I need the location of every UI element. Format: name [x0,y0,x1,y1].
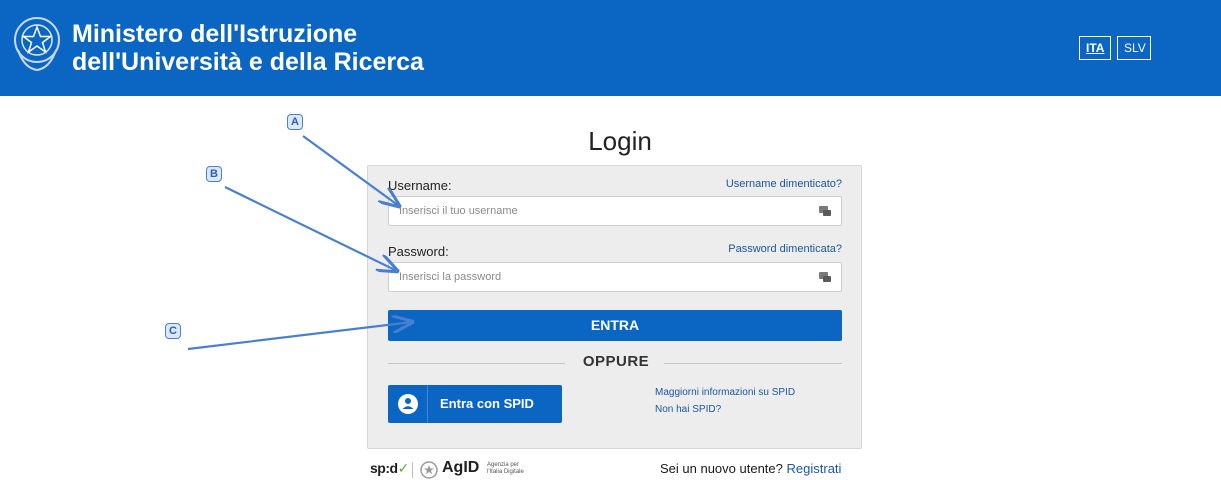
spid-no-account-link[interactable]: Non hai SPID? [655,404,721,415]
spid-login-button[interactable]: Entra con SPID [388,385,562,423]
republic-emblem-icon [14,17,60,72]
annotation-c: C [165,323,181,339]
spid-icon-box [388,385,428,423]
ministry-title: Ministero dell'Istruzione dell'Universit… [72,20,424,76]
password-input[interactable]: Inserisci la password [388,262,842,292]
annotation-a: A [287,114,303,130]
user-icon [398,394,418,414]
agid-subtitle-line1: Agenzia per [487,462,520,468]
password-placeholder: Inserisci la password [399,271,502,283]
agid-subtitle-line2: l'Italia Digitale [487,469,524,475]
agid-emblem-icon [420,461,438,479]
lang-slv-button[interactable]: SLV [1117,36,1151,60]
spid-logo: sp:d✓ [370,460,409,477]
divider-left [388,363,565,364]
keyboard-icon [819,206,831,216]
password-forgot-link[interactable]: Password dimenticata? [668,243,842,255]
agid-subtitle: Agenzia per l'Italia Digitale [487,462,527,476]
login-submit-button[interactable]: ENTRA [388,310,842,341]
or-separator: OPPURE [582,353,650,370]
username-placeholder: Inserisci il tuo username [399,205,518,217]
keyboard-icon [819,272,831,282]
spid-more-info-link[interactable]: Maggiorni informazioni su SPID [655,387,795,398]
register-link[interactable]: Registrati [787,461,842,476]
page-title: Login [588,126,652,156]
header-bar: Ministero dell'Istruzione dell'Universit… [0,0,1221,96]
new-user-text: Sei un nuovo utente? [660,461,783,476]
ministry-title-line1: Ministero dell'Istruzione [72,20,358,48]
username-forgot-link[interactable]: Username dimenticato? [668,178,842,190]
check-icon: ✓ [397,460,410,476]
password-label: Password: [388,244,449,259]
agid-logo-text: AgID [442,459,480,476]
spid-logo-text: sp:d [370,460,398,476]
lang-ita-button[interactable]: ITA [1079,36,1111,60]
username-input[interactable]: Inserisci il tuo username [388,196,842,226]
logo-separator [412,462,413,478]
annotation-b: B [206,166,222,182]
new-user-prompt: Sei un nuovo utente? Registrati [660,461,841,476]
login-card: Username: Username dimenticato? Inserisc… [367,165,862,449]
spid-login-label: Entra con SPID [440,396,534,411]
ministry-title-line2: dell'Università e della Ricerca [72,48,424,76]
username-label: Username: [388,178,452,193]
divider-right [664,363,842,364]
